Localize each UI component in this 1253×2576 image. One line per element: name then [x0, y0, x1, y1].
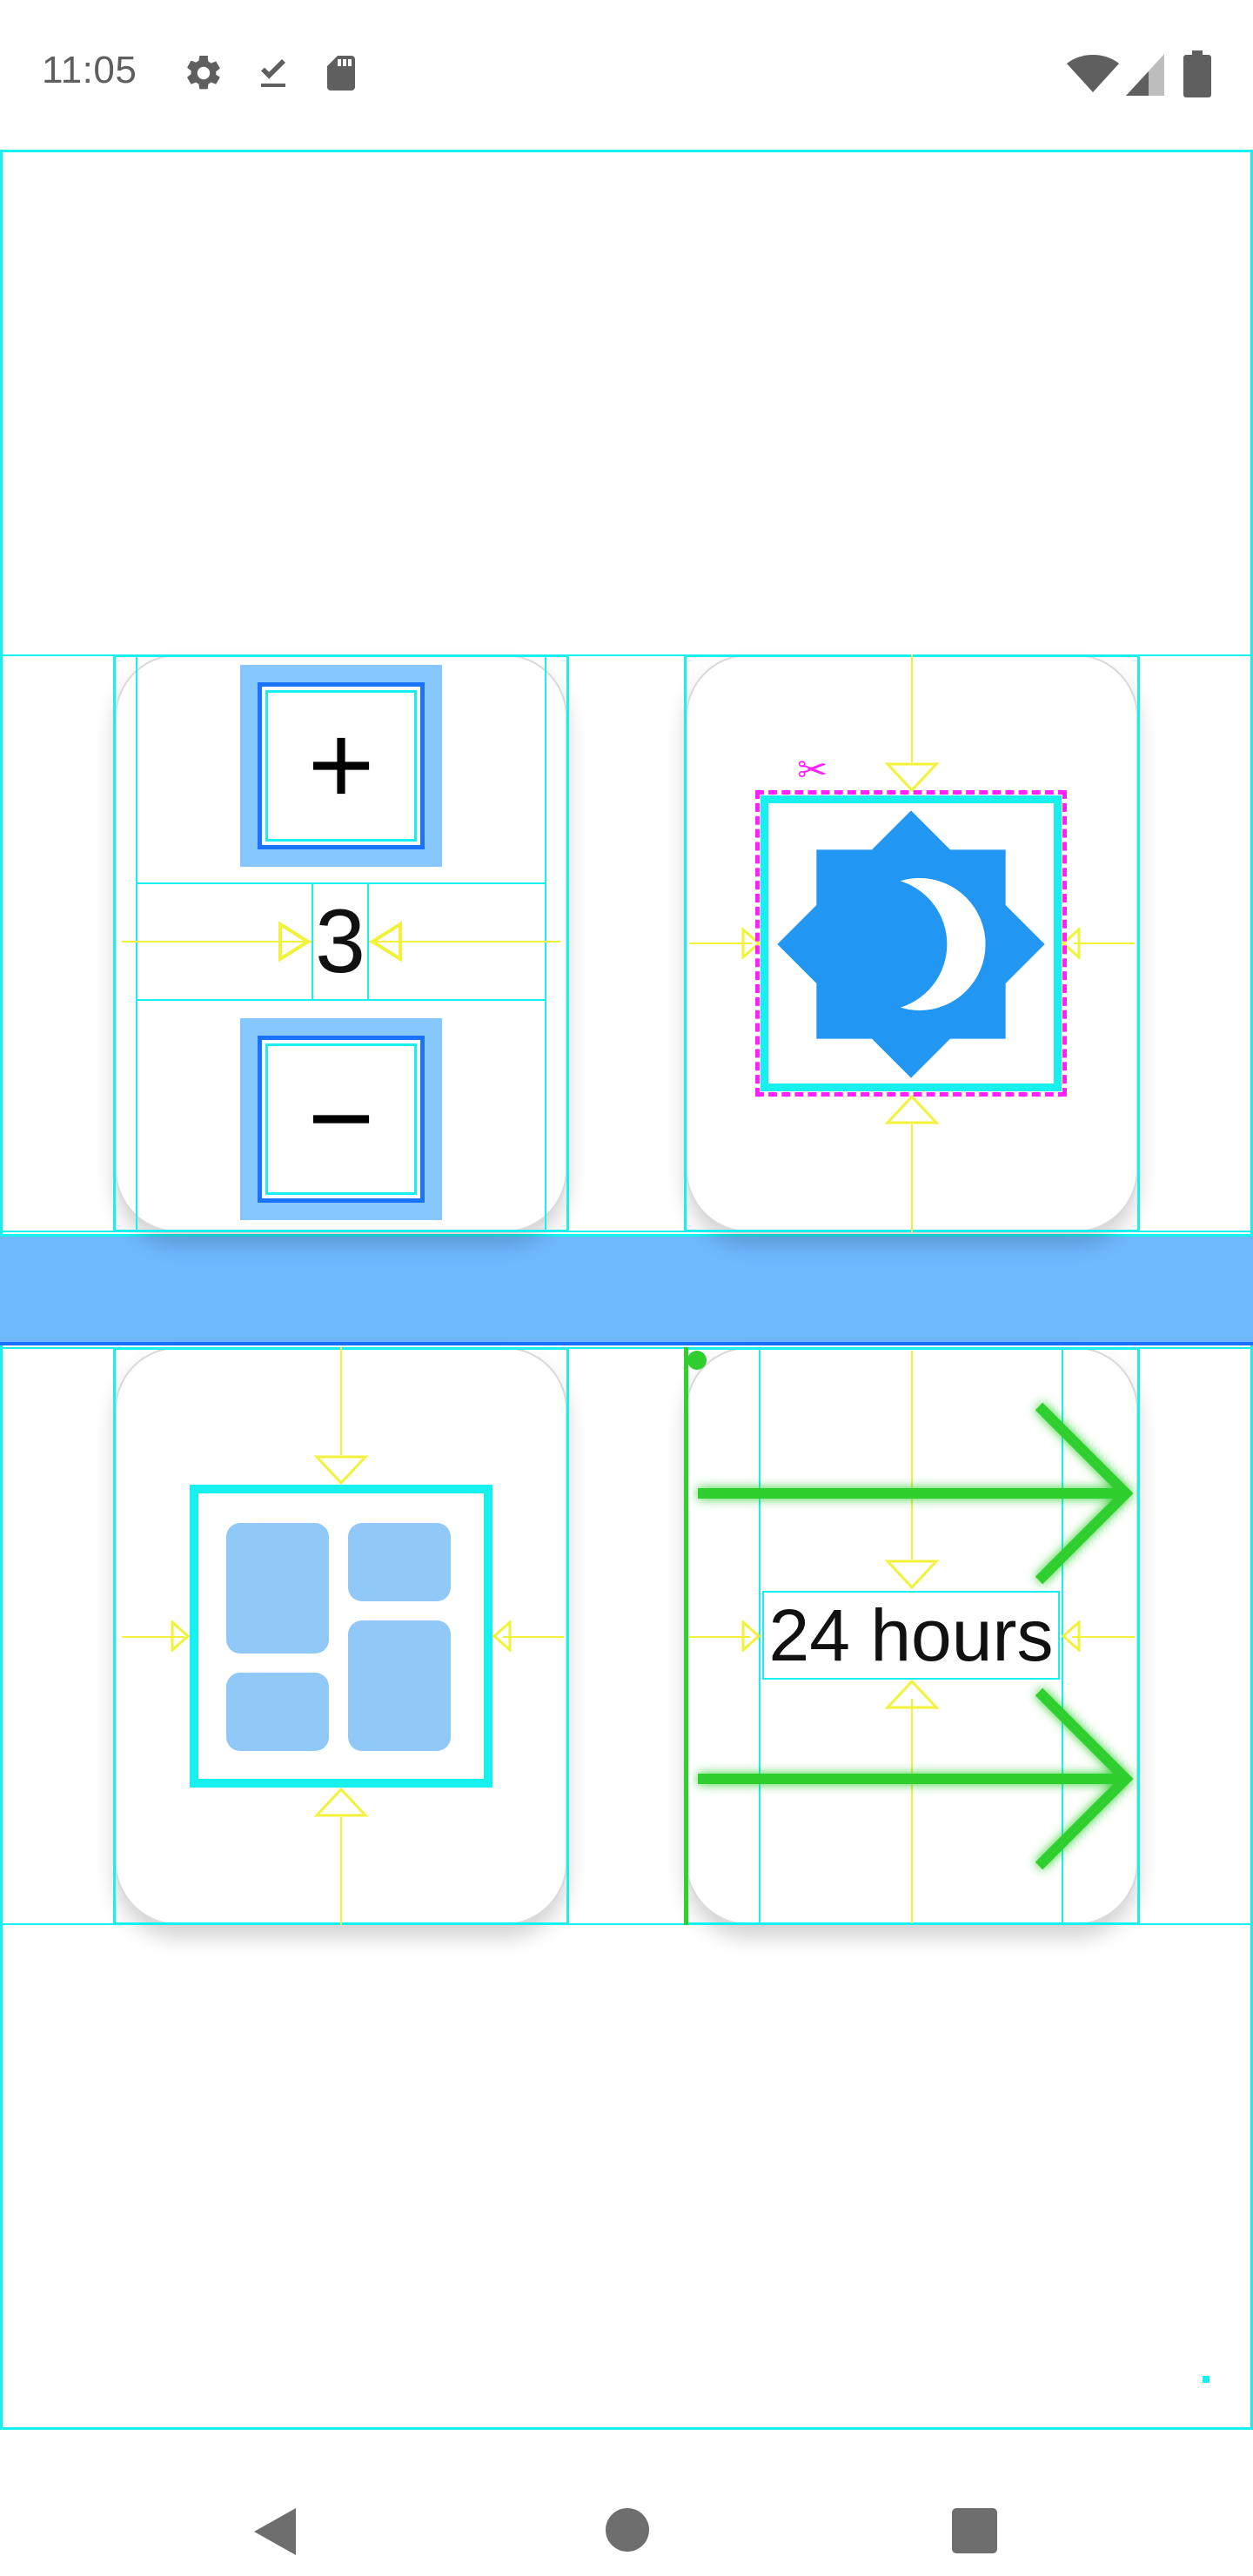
- scissors-icon: ✂: [797, 748, 828, 791]
- dashboard-icon: [226, 1523, 451, 1751]
- recents-icon[interactable]: [950, 2506, 999, 2555]
- separator-bar: [0, 1234, 1253, 1345]
- back-icon[interactable]: [251, 2505, 299, 2559]
- brightness-auto-icon: [777, 810, 1045, 1078]
- cell-signal-icon: [1126, 54, 1164, 96]
- decrement-button[interactable]: [240, 1018, 442, 1220]
- counter-value: 3: [315, 891, 365, 992]
- plus-icon: [312, 737, 370, 795]
- status-bar: 11:05: [0, 0, 1253, 148]
- navigation-bar: [0, 2437, 1253, 2576]
- settings-icon: [187, 55, 220, 90]
- minus-icon: [312, 1115, 370, 1124]
- battery-icon: [1183, 50, 1211, 97]
- status-time: 11:05: [42, 49, 137, 91]
- home-icon[interactable]: [604, 2506, 651, 2553]
- download-done-icon: [261, 59, 285, 87]
- swipe-arrows: [698, 1402, 1134, 1870]
- wifi-icon: [1067, 55, 1119, 92]
- sd-card-icon: [327, 56, 355, 91]
- increment-button[interactable]: [240, 665, 442, 867]
